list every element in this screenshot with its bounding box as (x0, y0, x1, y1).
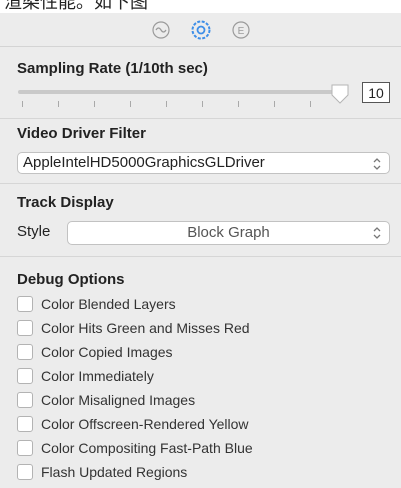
slider-tick (58, 101, 59, 107)
slider-tick (22, 101, 23, 107)
debug-option[interactable]: Flash Updated Regions (17, 461, 187, 483)
chevron-updown-icon (371, 156, 383, 172)
debug-option-label: Color Copied Images (41, 344, 173, 360)
gear-icon[interactable] (190, 19, 212, 41)
sampling-rate-slider-knob[interactable] (331, 84, 349, 104)
checkbox[interactable] (17, 344, 33, 360)
debug-option[interactable]: Color Offscreen-Rendered Yellow (17, 413, 249, 435)
cropped-caption-text: 渲染性能。如下图 (0, 0, 401, 13)
checkbox[interactable] (17, 416, 33, 432)
debug-option-label: Color Offscreen-Rendered Yellow (41, 416, 249, 432)
video-driver-selected: AppleIntelHD5000GraphicsGLDriver (23, 154, 265, 171)
slider-tick (130, 101, 131, 107)
debug-option[interactable]: Color Compositing Fast-Path Blue (17, 437, 253, 459)
slider-tick (94, 101, 95, 107)
debug-option[interactable]: Color Immediately (17, 365, 154, 387)
debug-option-label: Color Blended Layers (41, 296, 176, 312)
debug-option[interactable]: Color Misaligned Images (17, 389, 195, 411)
debug-option-label: Color Immediately (41, 368, 154, 384)
debug-option-label: Color Hits Green and Misses Red (41, 320, 250, 336)
video-driver-popup[interactable]: AppleIntelHD5000GraphicsGLDriver (17, 152, 390, 174)
debug-options-header: Debug Options (17, 271, 125, 288)
style-selected: Block Graph (187, 224, 270, 241)
debug-option[interactable]: Color Blended Layers (17, 293, 176, 315)
video-driver-section: Video Driver Filter AppleIntelHD5000Grap… (0, 118, 401, 183)
checkbox[interactable] (17, 464, 33, 480)
checkbox[interactable] (17, 392, 33, 408)
e-icon[interactable]: E (230, 19, 252, 41)
debug-options-section: Debug Options Color Blended Layers Color… (0, 256, 401, 488)
video-driver-header: Video Driver Filter (17, 125, 146, 142)
debug-option-label: Color Compositing Fast-Path Blue (41, 440, 253, 456)
sampling-rate-slider-track[interactable] (18, 90, 343, 94)
slider-tick (166, 101, 167, 107)
slider-tick (238, 101, 239, 107)
track-display-section: Track Display Style Block Graph (0, 183, 401, 256)
checkbox[interactable] (17, 320, 33, 336)
slider-tick (310, 101, 311, 107)
inspector-toolbar: E (0, 13, 401, 47)
debug-option-label: Flash Updated Regions (41, 464, 188, 480)
slider-tick (274, 101, 275, 107)
sampling-rate-header: Sampling Rate (1/10th sec) (17, 60, 208, 77)
checkbox[interactable] (17, 368, 33, 384)
style-label: Style (17, 223, 51, 240)
slider-tick (202, 101, 203, 107)
sampling-rate-section: Sampling Rate (1/10th sec) 10 (0, 46, 401, 118)
style-popup[interactable]: Block Graph (67, 221, 390, 245)
debug-option[interactable]: Color Hits Green and Misses Red (17, 317, 250, 339)
chevron-updown-icon (371, 225, 383, 241)
track-display-header: Track Display (17, 194, 114, 211)
sampling-rate-value-field[interactable]: 10 (362, 82, 390, 103)
activity-icon[interactable] (150, 19, 172, 41)
checkbox[interactable] (17, 296, 33, 312)
debug-option[interactable]: Color Copied Images (17, 341, 173, 363)
checkbox[interactable] (17, 440, 33, 456)
debug-option-label: Color Misaligned Images (41, 392, 196, 408)
svg-text:E: E (237, 26, 244, 37)
